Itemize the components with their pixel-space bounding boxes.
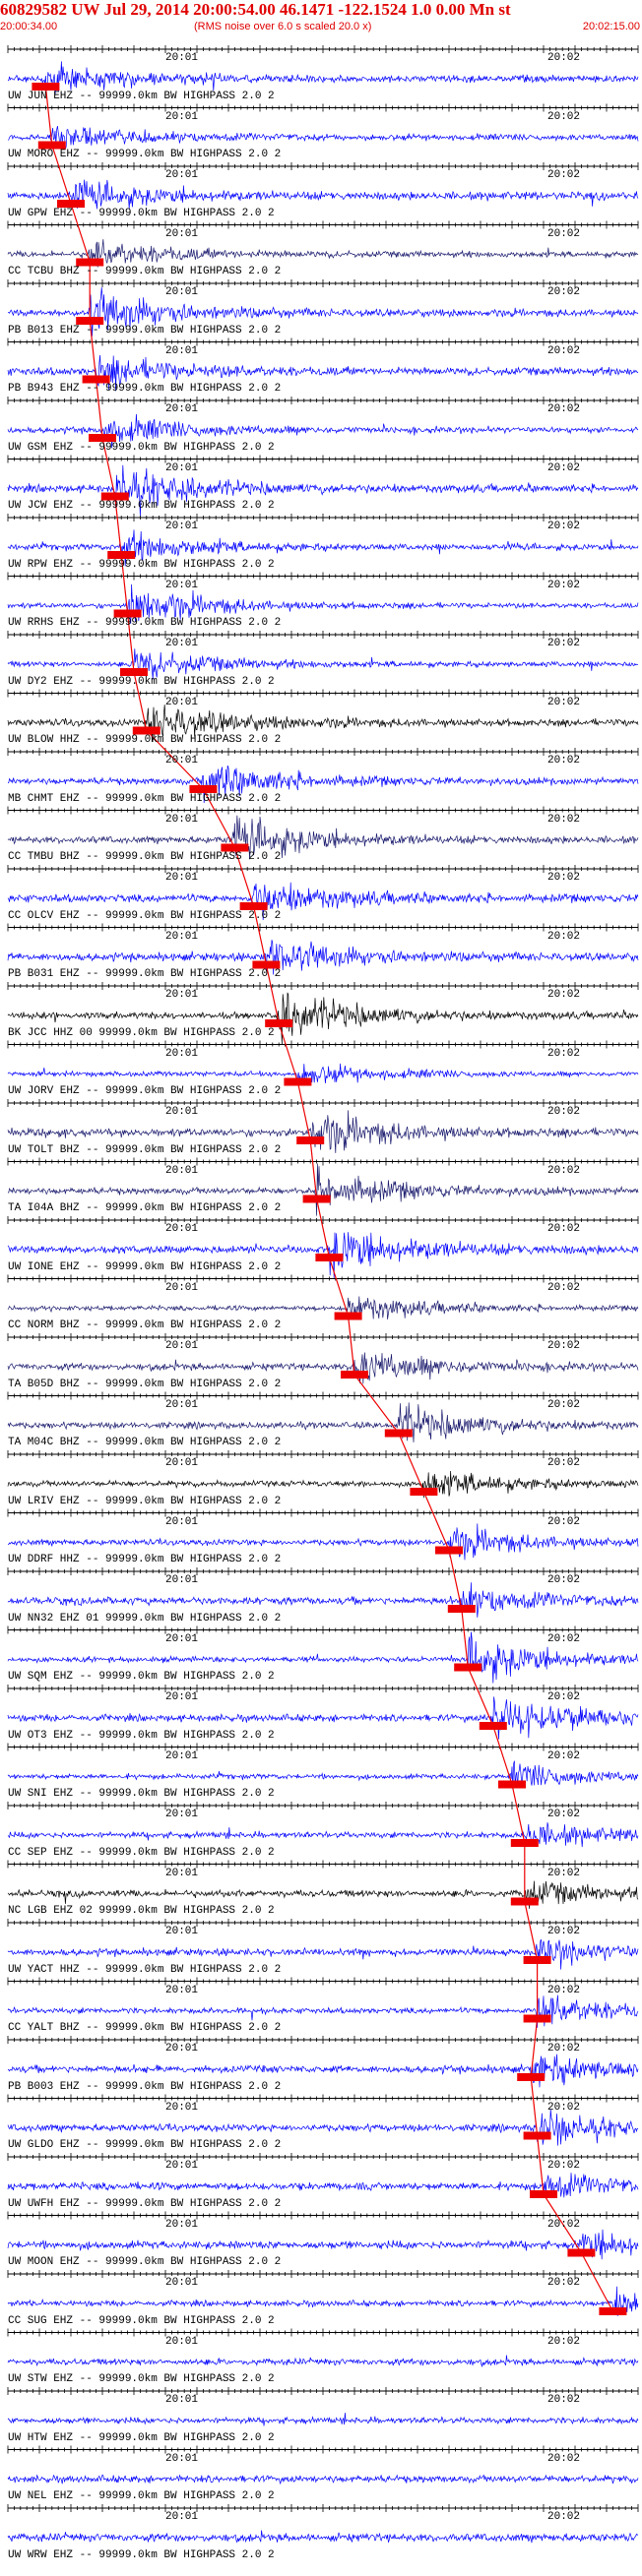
axis-ticks xyxy=(7,748,639,756)
axis-ticks xyxy=(7,1157,639,1166)
axis-ticks xyxy=(7,1685,639,1692)
axis-ticks xyxy=(7,1274,639,1283)
axis-ticks xyxy=(7,1508,639,1517)
waveform-trace xyxy=(7,1822,639,1848)
axis-ticks xyxy=(7,689,639,698)
waveform-trace xyxy=(7,413,639,449)
axis-ticks xyxy=(7,1977,639,1986)
axis-ticks xyxy=(7,397,639,404)
waveform-trace xyxy=(8,765,639,804)
axis-ticks xyxy=(7,2153,639,2161)
waveform-trace xyxy=(7,1402,639,1442)
waveform-trace xyxy=(7,2109,639,2146)
axis-ticks xyxy=(7,2387,639,2395)
waveform-trace xyxy=(7,2530,639,2544)
axis-ticks xyxy=(7,1625,639,1634)
waveform-trace xyxy=(7,464,639,517)
waveform-trace xyxy=(7,815,639,860)
axis-ticks xyxy=(7,220,639,229)
axis-ticks xyxy=(7,279,639,287)
waveform-trace xyxy=(7,1760,639,1790)
waveform-trace xyxy=(8,287,639,337)
axis-ticks xyxy=(7,572,639,581)
waveform-trace xyxy=(8,1163,639,1216)
axis-ticks xyxy=(7,2211,639,2220)
waveform-trace xyxy=(7,940,639,975)
axis-ticks xyxy=(7,865,639,873)
waveform-trace xyxy=(7,529,639,567)
axis-ticks xyxy=(7,1216,639,1224)
waveform-trace xyxy=(7,1110,639,1153)
rms-note: (RMS noise over 6.0 s scaled 20.0 x) xyxy=(194,21,372,32)
waveform-trace xyxy=(7,583,639,624)
axis-ticks xyxy=(7,1391,639,1400)
axis-ticks xyxy=(7,1743,639,1751)
axis-ticks xyxy=(7,2270,639,2278)
waveform-trace xyxy=(7,1352,639,1384)
waveform-trace xyxy=(7,992,639,1045)
axis-ticks xyxy=(7,337,639,346)
axis-ticks xyxy=(7,514,639,521)
axis-ticks xyxy=(7,162,639,170)
end-time: 20:02:15.00 xyxy=(582,21,640,32)
waveform-trace xyxy=(7,354,639,392)
waveform-trace xyxy=(7,1296,639,1319)
waveform-trace xyxy=(7,179,639,210)
axis-ticks xyxy=(7,2445,639,2454)
axis-ticks xyxy=(7,2036,639,2044)
waveform-trace xyxy=(7,61,639,95)
waveform-trace xyxy=(7,1696,639,1740)
axis-ticks xyxy=(7,103,639,112)
waveform-trace xyxy=(7,1631,639,1684)
axis-ticks xyxy=(7,1333,639,1341)
axis-ticks xyxy=(7,1450,639,1458)
axis-ticks xyxy=(7,1099,639,1107)
waveform-trace xyxy=(7,2355,639,2367)
axis-ticks xyxy=(7,923,639,932)
waveform-trace xyxy=(7,1470,639,1499)
start-time: 20:00:34.00 xyxy=(0,21,58,32)
seismogram-plot xyxy=(7,45,639,2544)
axis-ticks xyxy=(7,2504,639,2512)
axis-ticks xyxy=(7,1040,639,1049)
axis-ticks xyxy=(7,982,639,990)
waveform-trace xyxy=(7,2474,639,2485)
waveform-trace xyxy=(7,1938,639,1970)
waveform-trace xyxy=(7,882,639,921)
waveform-trace xyxy=(7,1582,639,1618)
axis-ticks xyxy=(7,2328,639,2337)
axis-ticks xyxy=(7,1919,639,1927)
waveform-trace xyxy=(7,648,639,680)
waveform-trace xyxy=(7,2229,639,2260)
axis-ticks xyxy=(7,806,639,815)
axis-ticks xyxy=(7,1567,639,1575)
waveform-trace xyxy=(8,1523,639,1561)
waveform-trace xyxy=(7,1880,639,1909)
axis-ticks xyxy=(7,1802,639,1809)
plot-header: 60829582 UW Jul 29, 2014 20:00:54.00 46.… xyxy=(0,0,642,39)
waveform-trace xyxy=(7,126,639,150)
axis-ticks xyxy=(7,2094,639,2103)
event-title: 60829582 UW Jul 29, 2014 20:00:54.00 46.… xyxy=(0,0,511,19)
waveform-trace xyxy=(7,705,639,743)
waveform-trace xyxy=(7,2286,639,2316)
axis-ticks xyxy=(7,1860,639,1869)
waveform-trace xyxy=(7,1994,639,2028)
axis-ticks xyxy=(7,455,639,463)
waveform-trace xyxy=(7,2413,639,2426)
axis-ticks xyxy=(7,631,639,639)
waveform-trace xyxy=(7,1063,639,1084)
axis-ticks xyxy=(7,45,639,53)
waveform-trace xyxy=(7,2054,639,2088)
